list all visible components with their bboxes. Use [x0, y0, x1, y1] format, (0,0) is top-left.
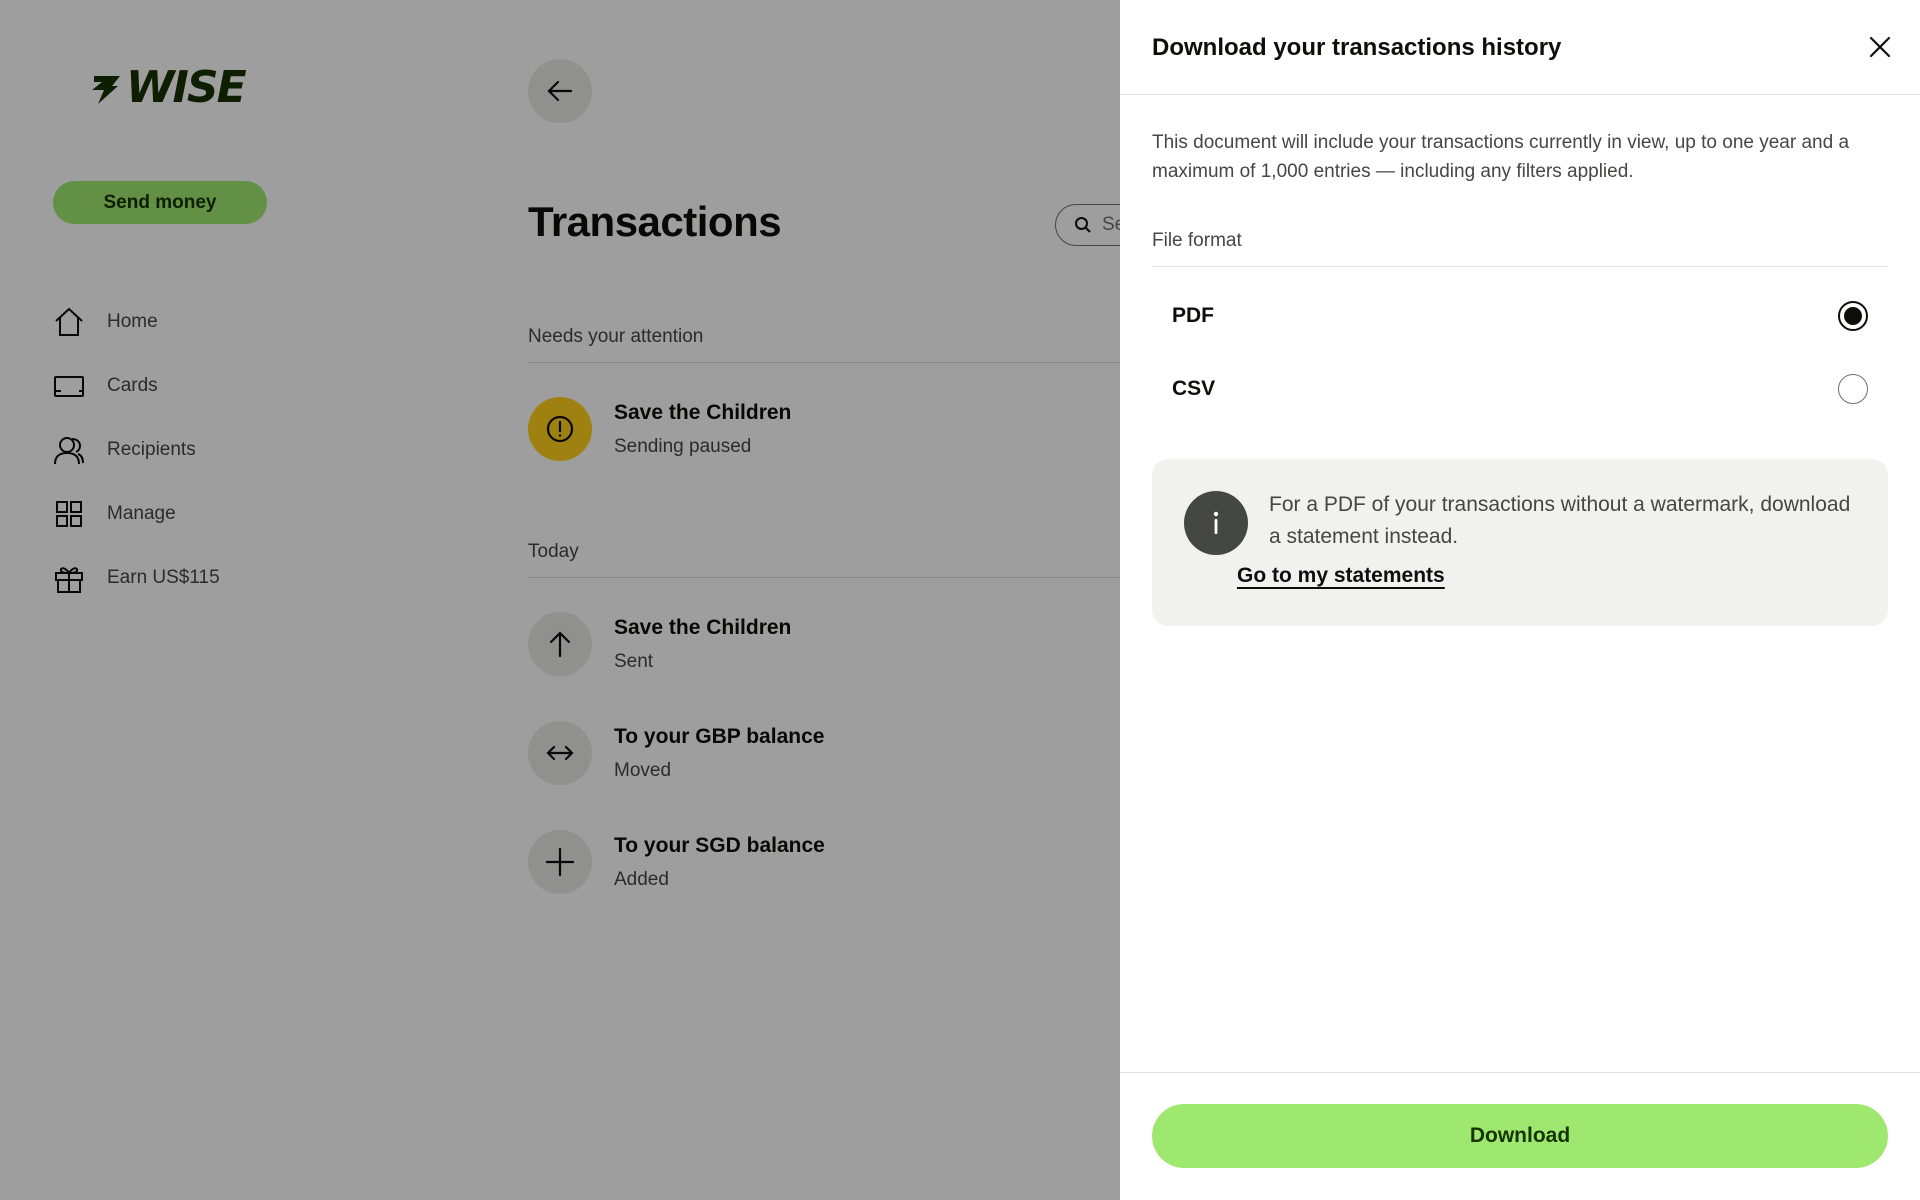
go-to-statements-link[interactable]: Go to my statements [1237, 564, 1445, 588]
file-format-label: File format [1152, 230, 1888, 267]
drawer-footer: Download [1120, 1072, 1920, 1200]
radio-pdf[interactable] [1838, 301, 1868, 331]
modal-backdrop[interactable] [0, 0, 1120, 1200]
close-icon [1869, 36, 1891, 58]
download-drawer: Download your transactions history This … [1120, 0, 1920, 1200]
format-option-csv[interactable]: CSV [1152, 353, 1888, 425]
format-option-pdf[interactable]: PDF [1152, 280, 1888, 352]
drawer-title: Download your transactions history [1152, 34, 1562, 61]
info-box: For a PDF of your transactions without a… [1152, 459, 1888, 626]
info-icon [1184, 491, 1248, 555]
drawer-description: This document will include your transact… [1152, 132, 1850, 182]
app-window: WISE Send money Home Cards Recipients Ma… [0, 0, 1920, 1200]
radio-csv[interactable] [1838, 374, 1868, 404]
info-text: For a PDF of your transactions without a… [1269, 493, 1851, 548]
drawer-header: Download your transactions history [1120, 0, 1920, 95]
close-button[interactable] [1859, 26, 1901, 68]
option-label: PDF [1172, 304, 1214, 327]
option-label: CSV [1172, 377, 1216, 400]
info-glyph-icon [1213, 511, 1219, 534]
download-button[interactable]: Download [1152, 1104, 1888, 1168]
